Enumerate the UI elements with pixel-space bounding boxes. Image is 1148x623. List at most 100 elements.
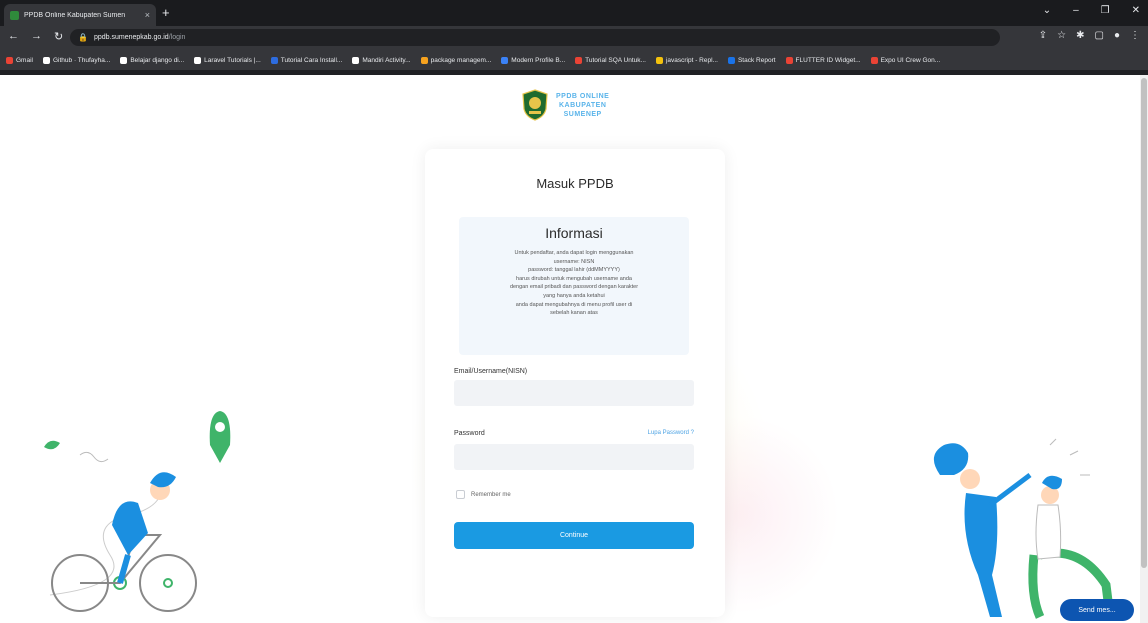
- share-icon[interactable]: ⇪: [1039, 30, 1047, 41]
- bookmark-label: Belajar django di...: [130, 56, 185, 64]
- back-icon[interactable]: ←: [8, 30, 19, 43]
- site-favicon-icon: [10, 10, 19, 20]
- info-line: harus dirubah untuk mengubah username an…: [516, 275, 632, 282]
- browser-chrome: PPDB Online Kabupaten Sumen × + ⌄ – ❐ ✕ …: [0, 0, 1148, 75]
- url-host: ppdb.sumenepkab.go.id: [93, 34, 169, 41]
- info-line: yang hanya anda ketahui: [543, 292, 605, 299]
- remember-label: Remember me: [471, 491, 511, 498]
- extensions-icon[interactable]: ✱: [1076, 30, 1084, 41]
- bookmark-item[interactable]: package managem...: [420, 56, 492, 64]
- bookmark-item[interactable]: Tutorial Cara Install...: [270, 56, 343, 64]
- bookmark-favicon-icon: [727, 56, 735, 64]
- bookmark-item[interactable]: javascript - Repl...: [655, 56, 718, 64]
- info-box: Informasi Untuk pendaftar, anda dapat lo…: [459, 217, 689, 355]
- bookmark-favicon-icon: [870, 56, 878, 64]
- address-bar[interactable]: 🔒 ppdb.sumenepkab.go.id/login: [70, 29, 1000, 46]
- bookmark-favicon-icon: [120, 56, 128, 64]
- site-logo: PPDB ONLINE KABUPATEN SUMENEP: [522, 89, 609, 121]
- window-controls: ⌄ – ❐ ✕: [1043, 5, 1140, 16]
- bookmark-item[interactable]: FLUTTER ID Widget...: [785, 56, 861, 64]
- minimize-icon[interactable]: –: [1073, 5, 1079, 16]
- bookmark-item[interactable]: Gmail: [6, 56, 33, 64]
- forgot-password-link[interactable]: Lupa Password ?: [648, 430, 694, 436]
- info-line: anda dapat mengubahnya di menu profil us…: [515, 301, 633, 308]
- password-label: Password: [454, 430, 485, 437]
- tab-bar: PPDB Online Kabupaten Sumen × + ⌄ – ❐ ✕: [0, 0, 1148, 26]
- bookmark-favicon-icon: [352, 56, 360, 64]
- tab-close-icon[interactable]: ×: [145, 10, 150, 20]
- forward-icon[interactable]: →: [31, 30, 42, 43]
- maximize-icon[interactable]: ❐: [1101, 5, 1110, 16]
- email-label: Email/Username(NISN): [454, 368, 528, 375]
- lock-icon[interactable]: 🔒: [78, 33, 88, 42]
- bookmark-favicon-icon: [194, 56, 202, 64]
- info-title: Informasi: [545, 225, 603, 241]
- bookmark-label: package managem...: [430, 56, 492, 64]
- cyclist-illustration: [44, 411, 231, 612]
- bookmark-favicon-icon: [420, 56, 428, 64]
- logo-line-3: SUMENEP: [563, 110, 602, 118]
- bookmark-item[interactable]: Tutorial SQA Untuk...: [575, 56, 646, 64]
- toolbar-icons: ⇪ ☆ ✱ ▢ ● ⋮: [1039, 30, 1140, 41]
- bookmark-item[interactable]: Stack Report: [727, 56, 776, 64]
- navigation-bar: ← → ↻ 🔒 ppdb.sumenepkab.go.id/login ⇪ ☆ …: [0, 26, 1148, 50]
- bookmark-label: Gmail: [16, 56, 33, 64]
- bookmark-item[interactable]: Modern Profile B...: [501, 56, 566, 64]
- page-title: Masuk PPDB: [536, 176, 614, 191]
- bookmark-favicon-icon: [270, 56, 278, 64]
- menu-icon[interactable]: ⋮: [1130, 30, 1140, 41]
- bookmark-favicon-icon: [655, 56, 663, 64]
- info-text: Untuk pendaftar, anda dapat login menggu…: [467, 249, 681, 318]
- info-line: password: tanggal lahir (ddMMYYYY): [528, 267, 620, 274]
- continue-button[interactable]: Continue: [454, 522, 694, 549]
- logo-line-2: KABUPATEN: [558, 101, 607, 109]
- bookmarks-bar: Gmail Github · Thufayha... Belajar django …: [0, 50, 1148, 70]
- close-window-icon[interactable]: ✕: [1132, 5, 1140, 16]
- bookmark-favicon-icon: [42, 56, 50, 64]
- bookmark-favicon-icon: [501, 56, 509, 64]
- send-message-button[interactable]: Send mes...: [1060, 599, 1134, 621]
- browser-tab[interactable]: PPDB Online Kabupaten Sumen ×: [4, 4, 156, 26]
- profile-icon[interactable]: ●: [1114, 30, 1120, 41]
- bookmark-label: Laravel Tutorials |...: [204, 56, 261, 64]
- bookmark-label: Modern Profile B...: [511, 56, 566, 64]
- password-field[interactable]: [454, 444, 694, 470]
- email-field[interactable]: [454, 380, 694, 406]
- bookmark-item[interactable]: Github · Thufayha...: [42, 56, 110, 64]
- url-path: /login: [168, 34, 186, 41]
- reload-icon[interactable]: ↻: [54, 30, 63, 43]
- info-line: dengan email pribadi dan password dengan…: [509, 284, 639, 291]
- remember-me[interactable]: Remember me: [456, 490, 511, 499]
- scrollbar[interactable]: [1140, 75, 1148, 623]
- info-line: sebelah kanan atas: [550, 310, 598, 317]
- page-content: PPDB ONLINE KABUPATEN SUMENEP Masuk PPDB…: [0, 75, 1148, 623]
- bookmark-favicon-icon: [575, 56, 583, 64]
- bookmark-label: Stack Report: [737, 56, 776, 64]
- info-line: username: NISN: [553, 258, 595, 265]
- bookmark-label: Expo UI Crew Gon...: [880, 56, 941, 64]
- star-icon[interactable]: ☆: [1057, 30, 1066, 41]
- bookmark-label: Tutorial Cara Install...: [280, 56, 343, 64]
- tab-search-icon[interactable]: ⌄: [1043, 5, 1051, 16]
- bookmark-label: Tutorial SQA Untuk...: [585, 56, 646, 64]
- logo-text: PPDB ONLINE KABUPATEN SUMENEP: [556, 92, 609, 119]
- bookmark-label: FLUTTER ID Widget...: [795, 56, 861, 64]
- bookmark-item[interactable]: Belajar django di...: [120, 56, 185, 64]
- url-text[interactable]: ppdb.sumenepkab.go.id/login: [94, 34, 185, 41]
- bookmark-favicon-icon: [785, 56, 793, 64]
- info-line: Untuk pendaftar, anda dapat login menggu…: [514, 250, 634, 256]
- bookmark-label: javascript - Repl...: [665, 56, 718, 64]
- scrollbar-thumb[interactable]: [1141, 78, 1147, 568]
- new-tab-button[interactable]: +: [162, 6, 170, 20]
- bookmark-label: Mandiri Activity...: [362, 56, 411, 64]
- bookmark-item[interactable]: Laravel Tutorials |...: [194, 56, 261, 64]
- bookmark-item[interactable]: Mandiri Activity...: [352, 56, 411, 64]
- login-card: Masuk PPDB Informasi Untuk pendaftar, an…: [425, 149, 725, 617]
- sidebar-icon[interactable]: ▢: [1095, 30, 1104, 41]
- remember-checkbox[interactable]: [456, 490, 465, 499]
- bookmark-item[interactable]: Expo UI Crew Gon...: [870, 56, 941, 64]
- people-illustration: [933, 438, 1115, 619]
- shield-logo-icon: [522, 89, 548, 121]
- logo-line-1: PPDB ONLINE: [556, 92, 610, 100]
- nav-buttons: ← → ↻: [8, 30, 63, 43]
